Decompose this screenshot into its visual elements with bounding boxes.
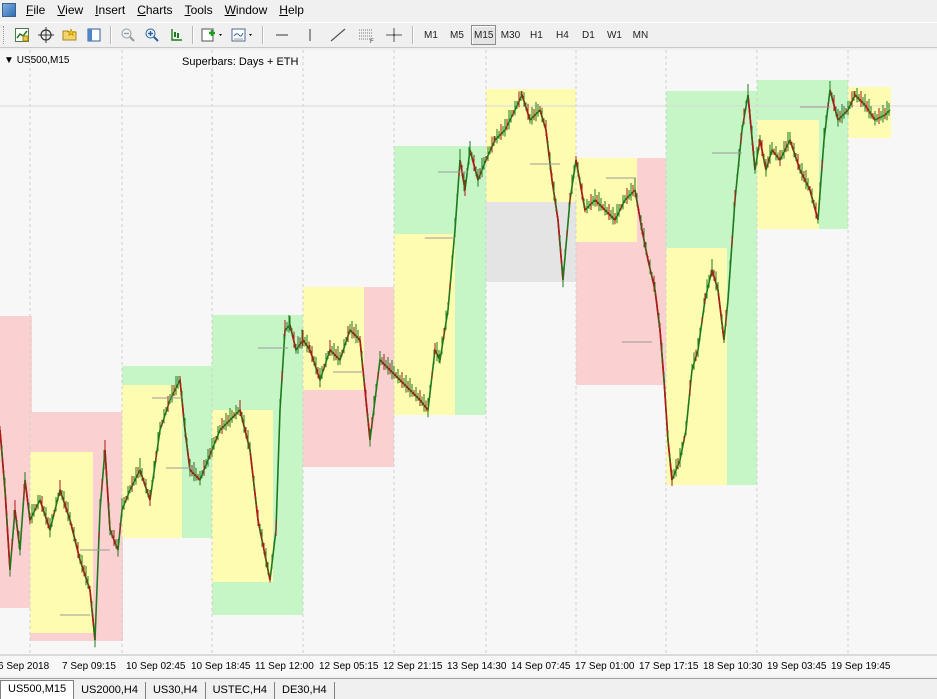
trendline-icon[interactable]	[325, 24, 351, 46]
toolbar: F M1 M5 M15 M30 H1 H4 D1 W1 MN	[0, 22, 937, 48]
svg-text:F: F	[370, 39, 374, 43]
toolbar-separator	[110, 26, 112, 44]
chart-tab[interactable]: US500,M15	[0, 680, 75, 699]
x-axis-label: 7 Sep 09:15	[62, 661, 116, 672]
x-axis-label: 13 Sep 14:30	[447, 661, 507, 672]
day-box	[0, 316, 32, 608]
timeframe-w1[interactable]: W1	[602, 25, 626, 45]
new-chart-icon[interactable]	[11, 24, 33, 46]
eth-box	[122, 385, 182, 538]
timeframe-mn[interactable]: MN	[628, 25, 652, 45]
x-axis-label: 6 Sep 2018	[0, 661, 50, 672]
timeframe-h4[interactable]: H4	[550, 25, 574, 45]
timeframe-m1[interactable]: M1	[419, 25, 443, 45]
chart-tab[interactable]: USTEC,H4	[206, 682, 276, 699]
horizontal-line-icon[interactable]	[269, 24, 295, 46]
chart-tabs: US500,M15 US2000,H4 US30,H4 USTEC,H4 DE30,H4	[0, 678, 937, 699]
add-indicator-icon[interactable]	[199, 24, 227, 46]
timeframe-d1[interactable]: D1	[576, 25, 600, 45]
x-axis-label: 12 Sep 05:15	[319, 661, 379, 672]
x-axis-label: 19 Sep 19:45	[831, 661, 891, 672]
toolbar-separator	[192, 26, 194, 44]
x-axis-label: 17 Sep 01:00	[575, 661, 635, 672]
zoom-in-icon[interactable]	[141, 24, 163, 46]
eth-box	[212, 410, 273, 582]
app-icon[interactable]	[2, 3, 16, 17]
price-chart[interactable]: 6 Sep 2018 7 Sep 09:15 10 Sep 02:45 10 Sep …	[0, 50, 937, 676]
chart-window[interactable]: 6 Sep 2018 7 Sep 09:15 10 Sep 02:45 10 Sep …	[0, 50, 937, 676]
chart-symbol-text: US500,M15	[16, 55, 70, 66]
menu-window[interactable]: Window	[219, 0, 274, 20]
collapse-triangle-icon[interactable]: ▼	[4, 55, 14, 66]
chart-tab[interactable]: DE30,H4	[275, 682, 335, 699]
vertical-line-icon[interactable]	[297, 24, 323, 46]
menu-file[interactable]: File	[20, 0, 51, 20]
menu-insert[interactable]: Insert	[89, 0, 131, 20]
fibonacci-icon[interactable]: F	[353, 24, 379, 46]
x-axis-label: 18 Sep 10:30	[703, 661, 763, 672]
crosshair-icon[interactable]	[35, 24, 57, 46]
eth-box	[303, 287, 364, 390]
timeframe-m15[interactable]: M15	[471, 25, 497, 45]
chart-tab[interactable]: US2000,H4	[74, 682, 146, 699]
chart-tab[interactable]: US30,H4	[146, 682, 206, 699]
toolbar-separator	[412, 26, 414, 44]
templates-icon[interactable]	[229, 24, 257, 46]
x-axis-label: 17 Sep 17:15	[639, 661, 699, 672]
menu-help[interactable]: Help	[273, 0, 310, 20]
timeframe-h1[interactable]: H1	[524, 25, 548, 45]
x-axis-label: 14 Sep 07:45	[511, 661, 571, 672]
x-axis-label: 11 Sep 12:00	[255, 661, 314, 672]
menu-bar: File View Insert Charts Tools Window Hel…	[0, 0, 937, 20]
timeframe-bar: M1 M5 M15 M30 H1 H4 D1 W1 MN	[418, 25, 653, 45]
menu-tools[interactable]: Tools	[179, 0, 219, 20]
x-axis-label: 19 Sep 03:45	[767, 661, 827, 672]
x-axis-label: 10 Sep 18:45	[191, 661, 251, 672]
indicator-label: Superbars: Days + ETH	[182, 56, 299, 68]
x-axis-label: 12 Sep 21:15	[383, 661, 443, 672]
navigator-icon[interactable]	[83, 24, 105, 46]
eth-box	[576, 158, 637, 242]
toolbar-separator	[262, 26, 264, 44]
timeframe-m5[interactable]: M5	[445, 25, 469, 45]
menu-charts[interactable]: Charts	[131, 0, 178, 20]
x-axis-label: 10 Sep 02:45	[126, 661, 186, 672]
toolbar-grip[interactable]	[3, 26, 7, 44]
menu-view[interactable]: View	[51, 0, 89, 20]
crosshair-tool-icon[interactable]	[381, 24, 407, 46]
zoom-out-icon[interactable]	[117, 24, 139, 46]
chart-shift-icon[interactable]	[165, 24, 187, 46]
chart-symbol-label: ▼ US500,M15	[4, 55, 70, 66]
favorites-folder-icon[interactable]	[59, 24, 81, 46]
timeframe-m30[interactable]: M30	[498, 25, 522, 45]
eth-box	[30, 452, 93, 633]
